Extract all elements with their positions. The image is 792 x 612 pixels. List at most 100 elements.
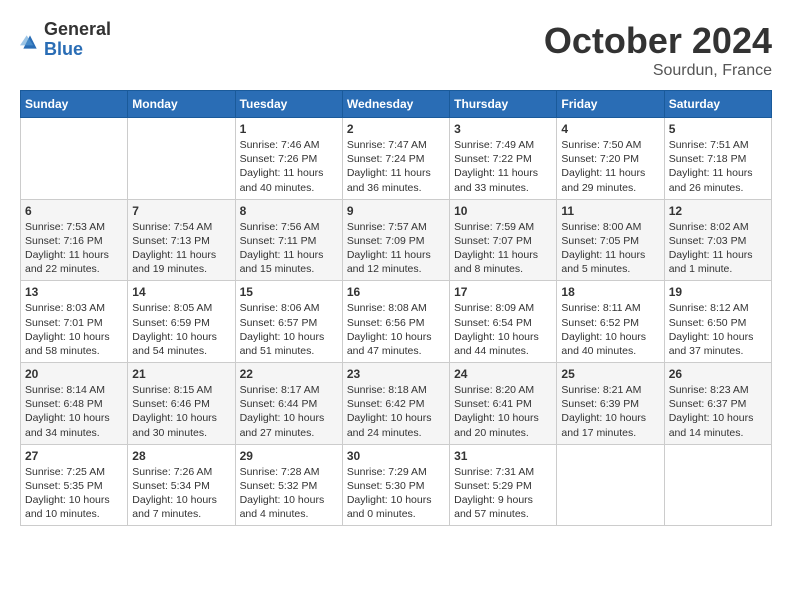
day-number: 18 (561, 285, 659, 299)
day-number: 31 (454, 449, 552, 463)
calendar-table: SundayMondayTuesdayWednesdayThursdayFrid… (20, 90, 772, 526)
day-info: Sunrise: 8:21 AMSunset: 6:39 PMDaylight:… (561, 383, 659, 440)
day-info: Sunrise: 8:17 AMSunset: 6:44 PMDaylight:… (240, 383, 338, 440)
day-info: Sunrise: 7:54 AMSunset: 7:13 PMDaylight:… (132, 220, 230, 277)
calendar-cell: 8 Sunrise: 7:56 AMSunset: 7:11 PMDaylight… (235, 199, 342, 281)
calendar-cell: 11 Sunrise: 8:00 AMSunset: 7:05 PMDayligh… (557, 199, 664, 281)
calendar-cell: 7 Sunrise: 7:54 AMSunset: 7:13 PMDaylight… (128, 199, 235, 281)
day-number: 2 (347, 122, 445, 136)
day-number: 22 (240, 367, 338, 381)
day-info: Sunrise: 8:06 AMSunset: 6:57 PMDaylight:… (240, 301, 338, 358)
day-number: 26 (669, 367, 767, 381)
calendar-cell (21, 118, 128, 200)
calendar-cell: 20Sunrise: 8:14 AMSunset: 6:48 PMDayligh… (21, 363, 128, 445)
day-info: Sunrise: 7:26 AMSunset: 5:34 PMDaylight:… (132, 465, 230, 522)
weekday-header: Sunday (21, 91, 128, 118)
logo-text: General Blue (44, 20, 111, 60)
calendar-cell: 28 Sunrise: 7:26 AMSunset: 5:34 PMDayligh… (128, 444, 235, 526)
calendar-week-row: 27 Sunrise: 7:25 AMSunset: 5:35 PMDayligh… (21, 444, 772, 526)
day-info: Sunrise: 7:56 AMSunset: 7:11 PMDaylight:… (240, 220, 338, 277)
calendar-cell: 5 Sunrise: 7:51 AMSunset: 7:18 PMDaylight… (664, 118, 771, 200)
calendar-cell: 6 Sunrise: 7:53 AMSunset: 7:16 PMDaylight… (21, 199, 128, 281)
calendar-cell: 31Sunrise: 7:31 AMSunset: 5:29 PMDayligh… (450, 444, 557, 526)
logo: General Blue (20, 20, 111, 60)
day-info: Sunrise: 8:09 AMSunset: 6:54 PMDaylight:… (454, 301, 552, 358)
calendar-week-row: 20Sunrise: 8:14 AMSunset: 6:48 PMDayligh… (21, 363, 772, 445)
logo-blue: Blue (44, 40, 111, 60)
day-info: Sunrise: 8:08 AMSunset: 6:56 PMDaylight:… (347, 301, 445, 358)
day-number: 6 (25, 204, 123, 218)
calendar-cell: 25Sunrise: 8:21 AMSunset: 6:39 PMDayligh… (557, 363, 664, 445)
weekday-header: Saturday (664, 91, 771, 118)
day-info: Sunrise: 8:11 AMSunset: 6:52 PMDaylight:… (561, 301, 659, 358)
day-info: Sunrise: 7:46 AMSunset: 7:26 PMDaylight:… (240, 138, 338, 195)
day-number: 3 (454, 122, 552, 136)
calendar-cell (664, 444, 771, 526)
day-number: 8 (240, 204, 338, 218)
day-number: 4 (561, 122, 659, 136)
day-number: 15 (240, 285, 338, 299)
calendar-week-row: 1Sunrise: 7:46 AMSunset: 7:26 PMDaylight… (21, 118, 772, 200)
calendar-cell: 15 Sunrise: 8:06 AMSunset: 6:57 PMDayligh… (235, 281, 342, 363)
day-number: 27 (25, 449, 123, 463)
weekday-header: Wednesday (342, 91, 449, 118)
calendar-cell: 3 Sunrise: 7:49 AMSunset: 7:22 PMDaylight… (450, 118, 557, 200)
day-info: Sunrise: 7:47 AMSunset: 7:24 PMDaylight:… (347, 138, 445, 195)
day-number: 13 (25, 285, 123, 299)
title-block: October 2024 Sourdun, France (544, 20, 772, 80)
weekday-header: Tuesday (235, 91, 342, 118)
calendar-cell (128, 118, 235, 200)
day-number: 11 (561, 204, 659, 218)
day-info: Sunrise: 7:50 AMSunset: 7:20 PMDaylight:… (561, 138, 659, 195)
day-number: 29 (240, 449, 338, 463)
month-title: October 2024 (544, 20, 772, 62)
calendar-cell: 4 Sunrise: 7:50 AMSunset: 7:20 PMDaylight… (557, 118, 664, 200)
calendar-cell: 29 Sunrise: 7:28 AMSunset: 5:32 PMDayligh… (235, 444, 342, 526)
calendar-header: SundayMondayTuesdayWednesdayThursdayFrid… (21, 91, 772, 118)
day-number: 7 (132, 204, 230, 218)
day-info: Sunrise: 7:53 AMSunset: 7:16 PMDaylight:… (25, 220, 123, 277)
calendar-cell: 30 Sunrise: 7:29 AMSunset: 5:30 PMDayligh… (342, 444, 449, 526)
day-info: Sunrise: 8:15 AMSunset: 6:46 PMDaylight:… (132, 383, 230, 440)
day-info: Sunrise: 8:20 AMSunset: 6:41 PMDaylight:… (454, 383, 552, 440)
calendar-cell (557, 444, 664, 526)
day-info: Sunrise: 8:12 AMSunset: 6:50 PMDaylight:… (669, 301, 767, 358)
day-number: 14 (132, 285, 230, 299)
day-number: 5 (669, 122, 767, 136)
header-row: SundayMondayTuesdayWednesdayThursdayFrid… (21, 91, 772, 118)
day-number: 30 (347, 449, 445, 463)
calendar-cell: 18 Sunrise: 8:11 AMSunset: 6:52 PMDayligh… (557, 281, 664, 363)
day-info: Sunrise: 8:05 AMSunset: 6:59 PMDaylight:… (132, 301, 230, 358)
day-info: Sunrise: 7:59 AMSunset: 7:07 PMDaylight:… (454, 220, 552, 277)
day-info: Sunrise: 7:29 AMSunset: 5:30 PMDaylight:… (347, 465, 445, 522)
day-number: 28 (132, 449, 230, 463)
calendar-cell: 14 Sunrise: 8:05 AMSunset: 6:59 PMDayligh… (128, 281, 235, 363)
day-number: 16 (347, 285, 445, 299)
calendar-cell: 9Sunrise: 7:57 AMSunset: 7:09 PMDaylight… (342, 199, 449, 281)
calendar-cell: 22 Sunrise: 8:17 AMSunset: 6:44 PMDayligh… (235, 363, 342, 445)
day-info: Sunrise: 7:49 AMSunset: 7:22 PMDaylight:… (454, 138, 552, 195)
day-number: 23 (347, 367, 445, 381)
weekday-header: Monday (128, 91, 235, 118)
day-info: Sunrise: 8:00 AMSunset: 7:05 PMDaylight:… (561, 220, 659, 277)
day-number: 12 (669, 204, 767, 218)
calendar-cell: 10Sunrise: 7:59 AMSunset: 7:07 PMDayligh… (450, 199, 557, 281)
day-number: 19 (669, 285, 767, 299)
day-number: 24 (454, 367, 552, 381)
calendar-cell: 16 Sunrise: 8:08 AMSunset: 6:56 PMDayligh… (342, 281, 449, 363)
day-info: Sunrise: 8:03 AMSunset: 7:01 PMDaylight:… (25, 301, 123, 358)
calendar-cell: 26 Sunrise: 8:23 AMSunset: 6:37 PMDayligh… (664, 363, 771, 445)
calendar-body: 1Sunrise: 7:46 AMSunset: 7:26 PMDaylight… (21, 118, 772, 526)
day-info: Sunrise: 7:28 AMSunset: 5:32 PMDaylight:… (240, 465, 338, 522)
day-info: Sunrise: 7:25 AMSunset: 5:35 PMDaylight:… (25, 465, 123, 522)
day-info: Sunrise: 7:51 AMSunset: 7:18 PMDaylight:… (669, 138, 767, 195)
calendar-cell: 13 Sunrise: 8:03 AMSunset: 7:01 PMDayligh… (21, 281, 128, 363)
day-info: Sunrise: 8:23 AMSunset: 6:37 PMDaylight:… (669, 383, 767, 440)
day-info: Sunrise: 8:18 AMSunset: 6:42 PMDaylight:… (347, 383, 445, 440)
calendar-cell: 17Sunrise: 8:09 AMSunset: 6:54 PMDayligh… (450, 281, 557, 363)
calendar-cell: 27 Sunrise: 7:25 AMSunset: 5:35 PMDayligh… (21, 444, 128, 526)
day-number: 9 (347, 204, 445, 218)
calendar-week-row: 13 Sunrise: 8:03 AMSunset: 7:01 PMDayligh… (21, 281, 772, 363)
day-number: 21 (132, 367, 230, 381)
day-number: 20 (25, 367, 123, 381)
